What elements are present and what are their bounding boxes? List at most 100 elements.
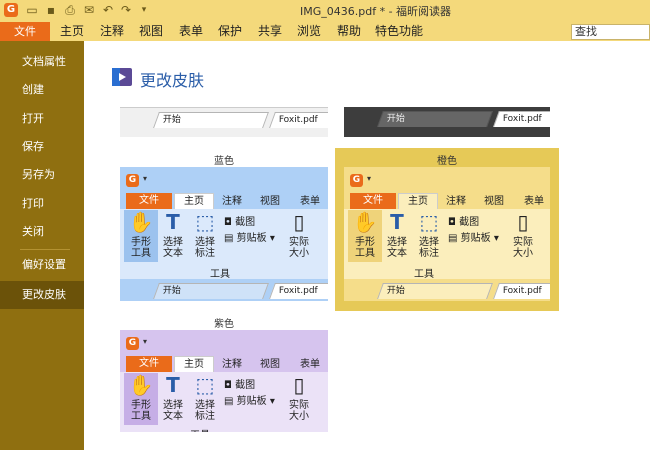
hand-icon: ✋ [352,210,378,234]
tools-group-label: 工具 [414,269,434,280]
sidebar-item-change-skin[interactable]: 更改皮肤 [0,281,84,309]
actual-size-icon: ▯ [293,373,305,397]
skin-label-purple: 紫色 [214,319,234,330]
ribbon-body: ✋ 手形工具 T 选择文本 ⬚ 选择标注 ◘ 截图 ▤ 剪贴板 ▾ ▯ 实际大小… [344,209,550,280]
tab-home: 主页 [174,193,214,209]
foxit-logo-icon: G [126,337,139,350]
menu-features[interactable]: 特色功能 [375,24,423,39]
change-skin-icon [112,68,132,86]
sidebar-item-print[interactable]: 打印 [0,190,84,218]
tab-form: 表单 [524,196,544,207]
undo-icon[interactable]: ↶ [101,3,115,17]
skin-panel: 更改皮肤 开始 Foxit.pdf 开始 Foxit.pdf 蓝色 G ▾ 文件… [84,41,650,450]
hand-tool-label: 手形工具 [131,400,151,422]
open-folder-icon[interactable]: ▭ [25,3,39,17]
menu-share[interactable]: 共享 [258,24,282,39]
skin-thumb-dark[interactable]: 开始 Foxit.pdf [344,107,550,137]
customize-arrow-icon[interactable]: ▾ [137,3,151,17]
tools-group-label: 工具 [190,426,210,432]
hand-tool-label: 手形工具 [131,237,151,259]
doc-tab-file: Foxit.pdf [269,112,328,128]
foxit-logo-icon[interactable]: G [4,3,18,17]
menu-comment[interactable]: 注释 [100,24,124,39]
sidebar-item-save[interactable]: 保存 [0,133,84,161]
hand-icon: ✋ [128,373,154,397]
tab-comment: 注释 [222,359,242,370]
select-text-icon: T [390,210,404,234]
skin-thumb-purple[interactable]: G ▾ 文件 主页 注释 视图 表单 ✋ 手形工具 T 选择文本 ⬚ 选择标注 … [120,330,328,432]
camera-icon: ◘ [224,217,232,228]
doc-tab-start: 开始 [377,111,493,127]
save-icon[interactable]: ▪ [44,3,58,17]
menu-help[interactable]: 帮助 [337,24,361,39]
foxit-logo-icon: G [126,174,139,187]
page-title: 更改皮肤 [140,71,205,90]
search-input[interactable]: 查找 [571,24,650,40]
tab-view: 视图 [484,196,504,207]
sidebar-item-close[interactable]: 关闭 [0,218,84,246]
email-icon[interactable]: ✉ [82,3,96,17]
clipboard-item: ▤ 剪贴板 ▾ [224,396,275,407]
sidebar-item-preferences[interactable]: 偏好设置 [0,251,84,279]
select-note-label: 选择标注 [195,237,215,259]
doc-tab-file: Foxit.pdf [493,283,550,299]
skin-thumb-blue[interactable]: G ▾ 文件 主页 注释 视图 表单 ✋ 手形工具 T 选择文本 ⬚ 选择标注 … [120,167,328,301]
actual-size-icon: ▯ [517,210,529,234]
doc-tabstrip: 开始 Foxit.pdf [344,279,550,301]
customize-arrow-icon: ▾ [367,174,372,183]
actual-size-label: 实际大小 [513,237,533,259]
actual-size-label: 实际大小 [289,400,309,422]
redo-icon[interactable]: ↷ [119,3,133,17]
doc-tab-start: 开始 [153,283,269,299]
clipboard-item: ▤ 剪贴板 ▾ [448,233,499,244]
select-text-label: 选择文本 [387,237,407,259]
tab-file: 文件 [126,193,172,209]
doc-tab-file: Foxit.pdf [269,283,328,299]
sidebar-divider [20,249,70,250]
sidebar-item-create[interactable]: 创建 [0,76,84,104]
menu-bar: 主页 注释 视图 表单 保护 共享 浏览 帮助 特色功能 [0,22,650,41]
ribbon-tabs: 文件 主页 注释 视图 表单 [120,356,328,372]
menu-home[interactable]: 主页 [60,24,84,39]
doc-tabstrip: 开始 Foxit.pdf [120,279,328,301]
sidebar-item-properties[interactable]: 文档属性 [0,48,84,76]
tab-home: 主页 [398,193,438,209]
ribbon-body: ✋ 手形工具 T 选择文本 ⬚ 选择标注 ◘ 截图 ▤ 剪贴板 ▾ ▯ 实际大小… [120,209,328,280]
menu-form[interactable]: 表单 [179,24,203,39]
title-bar: G ▭ ▪ ⎙ ✉ ↶ ↷ ▾ IMG_0436.pdf * - 福昕阅读器 [0,0,650,22]
select-note-icon: ⬚ [419,210,439,234]
select-note-icon: ⬚ [195,210,215,234]
sidebar-item-save-as[interactable]: 另存为 [0,161,84,189]
tools-group-label: 工具 [210,269,230,280]
customize-arrow-icon: ▾ [143,337,148,346]
doc-tab-start: 开始 [377,283,493,299]
select-text-icon: T [166,210,180,234]
menu-protect[interactable]: 保护 [218,24,242,39]
actual-size-label: 实际大小 [289,237,309,259]
camera-icon: ◘ [448,217,456,228]
skin-label-orange: 橙色 [437,156,457,167]
tab-file: 文件 [126,356,172,372]
tab-view: 视图 [260,196,280,207]
foxit-reader-window: G ▭ ▪ ⎙ ✉ ↶ ↷ ▾ IMG_0436.pdf * - 福昕阅读器 主… [0,0,650,450]
camera-icon: ◘ [224,380,232,391]
tab-home: 主页 [174,356,214,372]
skin-thumb-orange[interactable]: G ▾ 文件 主页 注释 视图 表单 ✋ 手形工具 T 选择文本 ⬚ 选择标注 … [344,167,550,301]
ribbon-tabs: 文件 主页 注释 视图 表单 [120,193,328,209]
print-icon[interactable]: ⎙ [63,3,77,17]
skin-thumb-default[interactable]: 开始 Foxit.pdf [120,107,328,137]
backstage-sidebar: 文档属性 创建 打开 保存 另存为 打印 关闭 偏好设置 更改皮肤 [0,41,84,450]
tab-form: 表单 [300,196,320,207]
menu-browse[interactable]: 浏览 [297,24,321,39]
screenshot-item: ◘ 截图 [224,217,256,228]
select-text-label: 选择文本 [163,237,183,259]
ribbon-body: ✋ 手形工具 T 选择文本 ⬚ 选择标注 ◘ 截图 ▤ 剪贴板 ▾ ▯ 实际大小… [120,372,328,432]
screenshot-item: ◘ 截图 [448,217,480,228]
hand-icon: ✋ [128,210,154,234]
menu-view[interactable]: 视图 [139,24,163,39]
sidebar-item-open[interactable]: 打开 [0,105,84,133]
tab-comment: 注释 [222,196,242,207]
file-tab[interactable]: 文件 [0,22,50,41]
actual-size-icon: ▯ [293,210,305,234]
clipboard-icon: ▤ [448,233,458,244]
